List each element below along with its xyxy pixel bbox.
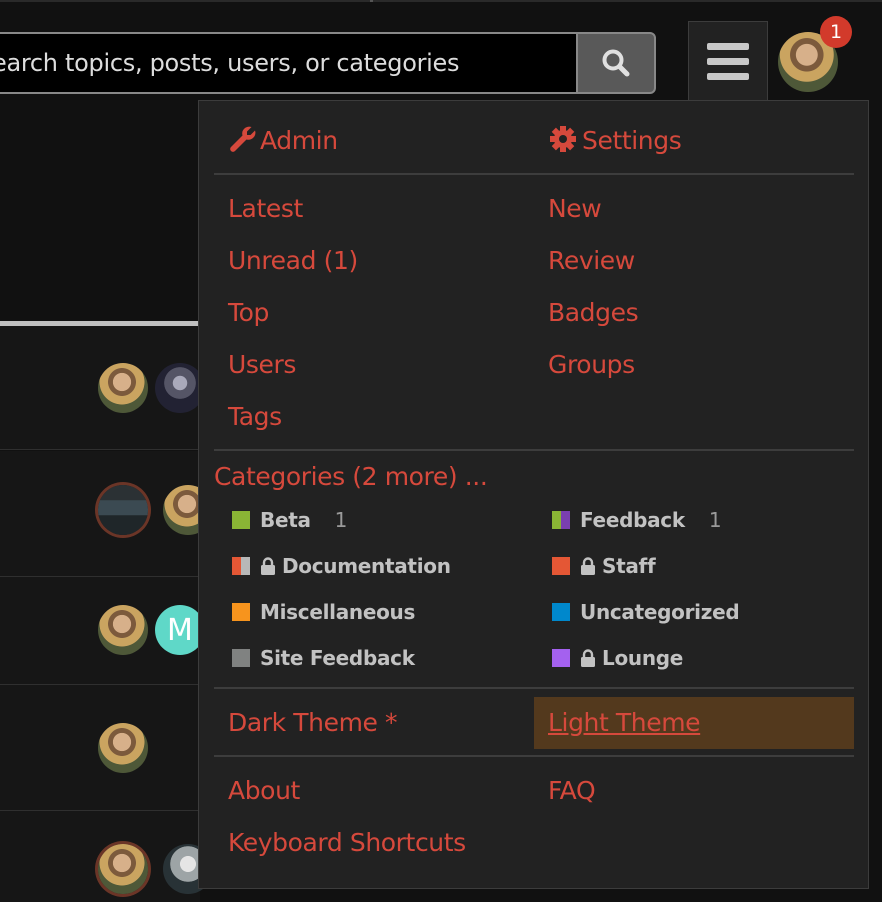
nav-latest[interactable]: Latest xyxy=(228,194,303,223)
hamburger-icon-bar xyxy=(707,58,749,65)
menu-divider xyxy=(214,449,854,451)
topic-row[interactable] xyxy=(0,811,213,902)
poster-avatar[interactable] xyxy=(98,485,148,535)
categories-heading-link[interactable]: Categories (2 more) ... xyxy=(214,462,488,491)
hamburger-menu-button[interactable] xyxy=(688,21,768,101)
category-documentation[interactable]: Documentation xyxy=(232,554,451,578)
category-color-swatch xyxy=(552,557,570,575)
notification-badge[interactable]: 1 xyxy=(820,16,852,48)
category-name: Lounge xyxy=(602,646,684,670)
category-color-swatch xyxy=(232,511,250,529)
faq-link[interactable]: FAQ xyxy=(548,776,596,805)
wrench-icon xyxy=(230,126,256,152)
topic-row[interactable] xyxy=(0,451,213,577)
category-color-swatch xyxy=(232,603,250,621)
settings-link[interactable]: Settings xyxy=(548,124,682,155)
menu-divider xyxy=(214,687,854,689)
hamburger-icon-bar xyxy=(707,73,749,80)
category-name: Documentation xyxy=(282,554,451,578)
search-box xyxy=(0,32,576,94)
category-staff[interactable]: Staff xyxy=(552,554,656,578)
category-count: 1 xyxy=(334,508,348,532)
category-name: Miscellaneous xyxy=(260,600,416,624)
nav-new[interactable]: New xyxy=(548,194,602,223)
search-button[interactable] xyxy=(576,32,656,94)
nav-users[interactable]: Users xyxy=(228,350,296,379)
hamburger-icon-bar xyxy=(707,43,749,50)
search-input[interactable] xyxy=(0,34,576,92)
settings-label: Settings xyxy=(582,126,682,155)
category-name: Staff xyxy=(602,554,656,578)
category-feedback[interactable]: Feedback 1 xyxy=(552,508,722,532)
nav-top[interactable]: Top xyxy=(228,298,269,327)
admin-link[interactable]: Admin xyxy=(228,124,338,155)
nav-unread[interactable]: Unread (1) xyxy=(228,246,358,275)
background-panel xyxy=(0,100,200,322)
category-beta[interactable]: Beta 1 xyxy=(232,508,347,532)
category-name: Site Feedback xyxy=(260,646,415,670)
search-icon xyxy=(602,49,630,77)
poster-avatar[interactable] xyxy=(98,844,148,894)
topic-row[interactable]: M xyxy=(0,577,205,685)
nav-badges[interactable]: Badges xyxy=(548,298,639,327)
category-color-swatch xyxy=(552,603,570,621)
topic-row[interactable] xyxy=(0,326,205,450)
topic-row[interactable] xyxy=(0,685,200,811)
category-name: Feedback xyxy=(580,508,685,532)
keyboard-shortcuts-link[interactable]: Keyboard Shortcuts xyxy=(228,828,466,857)
menu-divider xyxy=(214,173,854,175)
category-color-swatch xyxy=(552,649,570,667)
dark-theme-link[interactable]: Dark Theme * xyxy=(228,708,398,737)
menu-divider xyxy=(214,755,854,757)
nav-review[interactable]: Review xyxy=(548,246,635,275)
light-theme-link[interactable]: Light Theme xyxy=(548,708,701,737)
nav-groups[interactable]: Groups xyxy=(548,350,635,379)
category-name: Beta xyxy=(260,508,311,532)
lock-icon xyxy=(261,557,275,575)
poster-avatar[interactable] xyxy=(98,723,148,773)
category-miscellaneous[interactable]: Miscellaneous xyxy=(232,600,415,624)
category-name: Uncategorized xyxy=(580,600,740,624)
poster-avatar[interactable] xyxy=(98,363,148,413)
lock-icon xyxy=(581,649,595,667)
category-color-swatch xyxy=(232,649,250,667)
nav-tags[interactable]: Tags xyxy=(228,402,282,431)
admin-label: Admin xyxy=(260,126,338,155)
poster-avatar[interactable] xyxy=(98,605,148,655)
gear-icon xyxy=(550,126,576,152)
category-uncategorized[interactable]: Uncategorized xyxy=(552,600,740,624)
category-color-swatch xyxy=(552,511,570,529)
category-color-swatch xyxy=(232,557,250,575)
about-link[interactable]: About xyxy=(228,776,300,805)
top-border xyxy=(0,0,882,2)
lock-icon xyxy=(581,557,595,575)
category-count: 1 xyxy=(708,508,722,532)
category-lounge[interactable]: Lounge xyxy=(552,646,683,670)
category-site-feedback[interactable]: Site Feedback xyxy=(232,646,415,670)
